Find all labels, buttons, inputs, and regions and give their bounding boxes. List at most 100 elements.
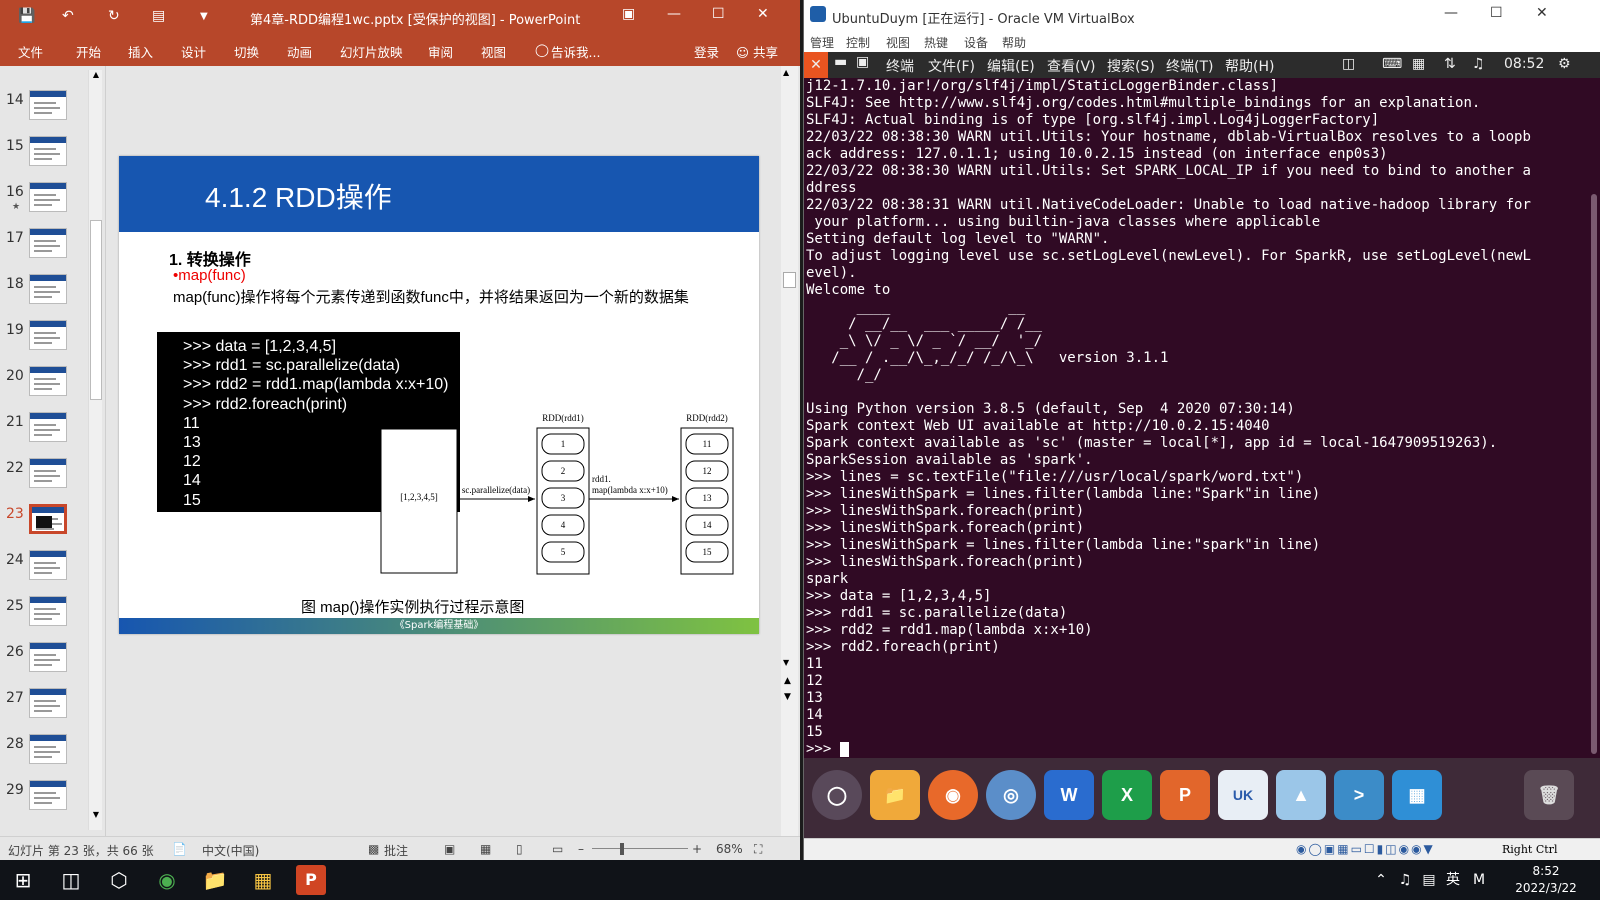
software-updater-icon[interactable]: ▲	[1276, 770, 1326, 820]
comments-button[interactable]: 批注	[384, 842, 408, 859]
virtualbox-taskbar-icon[interactable]: ⬡	[104, 865, 134, 895]
zoom-level[interactable]: 68%	[716, 842, 743, 856]
wps-writer-icon[interactable]: W	[1044, 770, 1094, 820]
close-icon[interactable]: ✕	[1536, 5, 1548, 21]
slide-thumbnail[interactable]	[29, 90, 67, 120]
taskbar-date[interactable]: 2022/3/22	[1506, 881, 1586, 895]
menu-view[interactable]: 视图	[886, 34, 910, 51]
slide-thumbnail[interactable]	[29, 228, 67, 258]
menu-view[interactable]: 查看(V)	[1047, 56, 1096, 76]
terminal-scrollbar[interactable]	[1586, 78, 1600, 758]
slide-thumbnail[interactable]	[29, 504, 67, 534]
menu-search[interactable]: 搜索(S)	[1107, 56, 1155, 76]
wps-spreadsheet-icon[interactable]: X	[1102, 770, 1152, 820]
menu-control[interactable]: 控制	[846, 34, 870, 51]
slide-scrollbar[interactable]: ▲ ▼ ▲ ▼	[781, 66, 798, 836]
qat-dropdown-icon[interactable]: ▼	[200, 11, 208, 22]
chrome-icon[interactable]: ◉	[152, 865, 182, 895]
zoom-slider[interactable]	[592, 848, 688, 849]
zoom-in-icon[interactable]: +	[692, 842, 702, 856]
tab-home[interactable]: 开始	[76, 42, 101, 61]
thumbnails-scrollbar[interactable]: ▲ ▼	[88, 70, 102, 830]
spellcheck-icon[interactable]: 📄	[172, 842, 187, 856]
menu-file[interactable]: 文件(F)	[928, 56, 975, 76]
zoom-out-icon[interactable]: –	[578, 842, 584, 856]
taskbar-time[interactable]: 8:52	[1516, 864, 1576, 878]
tab-file[interactable]: 文件	[18, 42, 43, 61]
tab-insert[interactable]: 插入	[128, 42, 153, 61]
menu-manage[interactable]: 管理	[810, 34, 834, 51]
ribbon-display-icon[interactable]: ▣	[622, 6, 635, 22]
present-icon[interactable]: ▤	[152, 8, 165, 24]
undo-icon[interactable]: ↶	[62, 8, 74, 24]
reading-view-icon[interactable]: ▯	[516, 842, 523, 856]
menu-help[interactable]: 帮助(H)	[1225, 56, 1274, 76]
slide-thumbnail[interactable]	[29, 688, 67, 718]
tell-me-input[interactable]: 告诉我...	[551, 42, 600, 61]
slide-thumbnail[interactable]	[29, 182, 67, 212]
tab-animations[interactable]: 动画	[287, 42, 312, 61]
keyboard-icon[interactable]: ⌨	[1382, 56, 1402, 72]
chromium-icon[interactable]: ◎	[986, 770, 1036, 820]
next-slide-icon[interactable]: ▼	[784, 692, 791, 702]
slide-thumbnail[interactable]	[29, 412, 67, 442]
display-icon[interactable]: ◫	[1342, 56, 1355, 72]
device-icons[interactable]: ◉◯▣▦▭☐▮◫◉◉▼	[1296, 842, 1435, 856]
scroll-down-icon[interactable]: ▼	[90, 810, 102, 822]
scroll-up-icon[interactable]: ▲	[90, 70, 102, 82]
terminal-prompt[interactable]: >>>	[806, 741, 1586, 758]
menu-terminal[interactable]: 终端(T)	[1166, 56, 1213, 76]
save-icon[interactable]: 💾	[18, 8, 35, 24]
trash-icon[interactable]: 🗑	[1524, 770, 1574, 820]
volume-icon[interactable]: ♫	[1472, 56, 1485, 72]
firefox-icon[interactable]: ◉	[928, 770, 978, 820]
tab-review[interactable]: 审阅	[428, 42, 453, 61]
tab-view[interactable]: 视图	[481, 42, 506, 61]
show-apps-icon[interactable]: ▦	[1392, 770, 1442, 820]
slide-thumbnail[interactable]	[29, 734, 67, 764]
slide-thumbnail[interactable]	[29, 642, 67, 672]
settings-gear-icon[interactable]: ⚙	[1558, 56, 1571, 72]
minimize-icon[interactable]: —	[667, 6, 681, 22]
maximize-terminal-icon[interactable]: ▣	[856, 54, 869, 70]
minimize-icon[interactable]: —	[1444, 5, 1458, 21]
comment-icon[interactable]: ▩	[368, 842, 379, 856]
slide-thumbnail[interactable]	[29, 596, 67, 626]
tab-design[interactable]: 设计	[181, 42, 206, 61]
login-button[interactable]: 登录	[694, 42, 719, 61]
slide-thumbnail[interactable]	[29, 136, 67, 166]
normal-view-icon[interactable]: ▣	[444, 842, 455, 856]
slide-thumbnail[interactable]	[29, 366, 67, 396]
wps-presentation-icon[interactable]: P	[1160, 770, 1210, 820]
terminal-app-icon[interactable]: >	[1334, 770, 1384, 820]
file-explorer-icon[interactable]: 📁	[200, 865, 230, 895]
task-view-icon[interactable]: ◫	[56, 865, 86, 895]
scroll-up-icon[interactable]: ▲	[783, 68, 789, 77]
slide-thumbnail[interactable]	[29, 780, 67, 810]
network-icon[interactable]: ⇅	[1444, 56, 1456, 72]
calendar-icon[interactable]: ▦	[1412, 56, 1425, 72]
slide-sorter-icon[interactable]: ▦	[480, 842, 491, 856]
tab-slideshow[interactable]: 幻灯片放映	[340, 42, 403, 61]
language[interactable]: 中文(中国)	[202, 842, 259, 859]
share-button[interactable]: ☺ 共享	[736, 42, 778, 61]
maximize-icon[interactable]: ☐	[712, 6, 725, 22]
menu-devices[interactable]: 设备	[964, 34, 988, 51]
scroll-thumb[interactable]	[90, 220, 102, 400]
close-icon[interactable]: ✕	[757, 6, 769, 22]
start-windows-icon[interactable]: ⊞	[8, 865, 38, 895]
slide-thumbnail[interactable]	[29, 320, 67, 350]
ime-mode[interactable]: M	[1464, 865, 1494, 895]
minimize-terminal-icon[interactable]: ▬	[834, 54, 847, 70]
slideshow-icon[interactable]: ▭	[552, 842, 563, 856]
menu-help[interactable]: 帮助	[1002, 34, 1026, 51]
scroll-thumb[interactable]	[783, 272, 796, 288]
prev-slide-icon[interactable]: ▲	[784, 676, 791, 686]
terminal-output[interactable]: j12-1.7.10.jar!/org/slf4j/impl/StaticLog…	[804, 78, 1586, 758]
tab-transitions[interactable]: 切换	[234, 42, 259, 61]
menu-edit[interactable]: 编辑(E)	[987, 56, 1035, 76]
redo-icon[interactable]: ↻	[108, 8, 120, 24]
menu-hotkey[interactable]: 热键	[924, 34, 948, 51]
ubuntu-logo-icon[interactable]: ◯	[812, 770, 862, 820]
ubuntu-kylin-icon[interactable]: UK	[1218, 770, 1268, 820]
